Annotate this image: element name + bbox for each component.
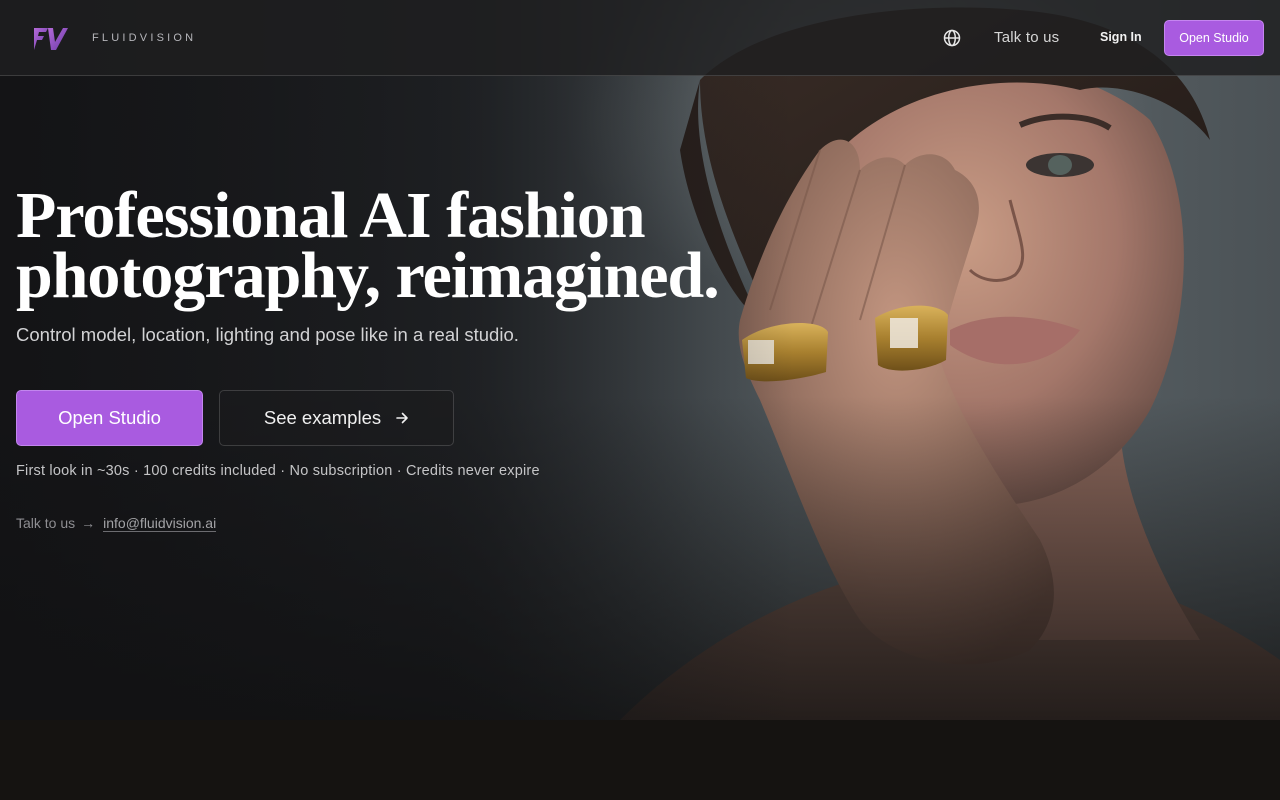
top-navigation-bar: FLUIDVISION Talk to us Sign In Open Stud…: [0, 0, 1280, 76]
contact-label: Talk to us: [16, 515, 76, 531]
talk-to-us-link[interactable]: Talk to us: [994, 29, 1059, 46]
hero-headline-line-2: photography, reimagined.: [16, 239, 720, 312]
open-studio-nav-button[interactable]: Open Studio: [1164, 20, 1264, 56]
brand-wordmark[interactable]: FLUIDVISION: [92, 32, 196, 44]
arrow-right-icon: [396, 412, 408, 424]
globe-icon[interactable]: [942, 28, 962, 48]
feature-highlights: First look in ~30s · 100 credits include…: [16, 463, 540, 479]
hero-gradient-overlay: [0, 0, 1280, 720]
contact-email-link[interactable]: info@fluidvision.ai: [103, 515, 217, 532]
see-examples-button-label: See examples: [263, 407, 382, 428]
contact-arrow: →: [81, 515, 96, 531]
hero-subheadline: Control model, location, lighting and po…: [16, 324, 519, 345]
open-studio-button-label: Open Studio: [58, 407, 161, 428]
sign-in-link[interactable]: Sign In: [1100, 30, 1142, 44]
contact-line: Talk to us → info@fluidvision.ai: [16, 515, 217, 532]
fv-monogram-logo-icon[interactable]: [32, 24, 68, 52]
hero-headline: Professional AI fashion photography, rei…: [16, 183, 776, 309]
hero-section: [0, 0, 1280, 720]
page-bottom-band: [0, 720, 1280, 800]
see-examples-button[interactable]: See examples: [219, 390, 454, 446]
open-studio-button[interactable]: Open Studio: [16, 390, 203, 446]
